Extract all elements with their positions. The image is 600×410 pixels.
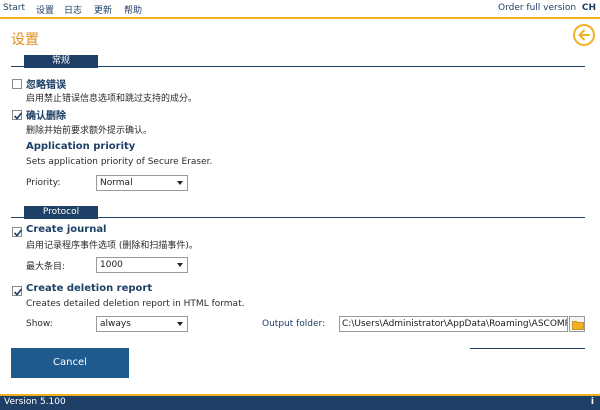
checkmark-icon — [13, 112, 23, 120]
menu-settings[interactable]: 设置 — [36, 3, 54, 16]
checkmark-icon — [13, 229, 23, 237]
show-value: always — [100, 319, 131, 329]
version-label: Version 5.100 — [4, 397, 66, 407]
output-folder-input[interactable] — [339, 316, 568, 332]
ignore-errors-title: 忽略错误 — [26, 80, 66, 91]
order-full-version-link[interactable]: Order full version — [498, 3, 576, 13]
bottom-divider — [470, 348, 585, 349]
folder-icon — [572, 321, 584, 330]
chevron-down-icon — [177, 181, 183, 185]
deletion-report-title: Create deletion report — [26, 283, 153, 294]
priority-value: Normal — [100, 178, 133, 188]
menu-start[interactable]: Start — [3, 3, 25, 13]
priority-select[interactable]: Normal — [96, 175, 188, 191]
max-entries-select[interactable]: 1000 — [96, 257, 188, 273]
priority-title: Application priority — [26, 141, 136, 152]
chevron-down-icon — [177, 322, 183, 326]
language-switch[interactable]: CH — [582, 3, 596, 13]
arrow-left-icon — [578, 29, 590, 41]
menu-log[interactable]: 日志 — [64, 3, 82, 16]
menu-help[interactable]: 帮助 — [124, 3, 142, 16]
status-bar: Version 5.100 i — [0, 394, 600, 410]
section-header-general: 常规 — [24, 55, 98, 68]
accent-divider — [0, 17, 600, 19]
priority-desc: Sets application priority of Secure Eras… — [26, 157, 213, 167]
create-journal-checkbox[interactable] — [12, 227, 23, 237]
confirm-delete-desc: 删除并始前要求额外提示确认。 — [26, 126, 153, 136]
browse-folder-button[interactable] — [569, 316, 585, 332]
confirm-delete-title: 确认删除 — [26, 111, 66, 122]
show-label: Show: — [26, 319, 53, 329]
checkmark-icon — [13, 288, 23, 296]
deletion-report-checkbox[interactable] — [12, 286, 23, 296]
confirm-delete-checkbox[interactable] — [12, 110, 23, 120]
deletion-report-desc: Creates detailed deletion report in HTML… — [26, 299, 245, 309]
show-select[interactable]: always — [96, 316, 188, 332]
ignore-errors-desc: 启用禁止错误信息选项和跳过支持的成分。 — [26, 94, 198, 104]
back-button[interactable] — [573, 24, 595, 46]
max-entries-value: 1000 — [100, 260, 123, 270]
menu-update[interactable]: 更新 — [94, 3, 112, 16]
chevron-down-icon — [177, 263, 183, 267]
menu-bar: Start 设置 日志 更新 帮助 Order full version CH — [0, 0, 600, 17]
max-entries-label: 最大条目: — [26, 262, 66, 272]
create-journal-title: Create journal — [26, 224, 107, 235]
priority-label: Priority: — [26, 178, 61, 188]
output-folder-label: Output folder: — [262, 319, 326, 329]
info-icon[interactable]: i — [591, 397, 594, 407]
ignore-errors-checkbox[interactable] — [12, 79, 22, 89]
page-title: 设置 — [11, 32, 39, 48]
cancel-button[interactable]: Cancel — [11, 348, 129, 378]
section-header-protocol: Protocol — [24, 206, 98, 219]
create-journal-desc: 启用记录程序事件选项 (删除和扫描事件)。 — [26, 241, 198, 251]
